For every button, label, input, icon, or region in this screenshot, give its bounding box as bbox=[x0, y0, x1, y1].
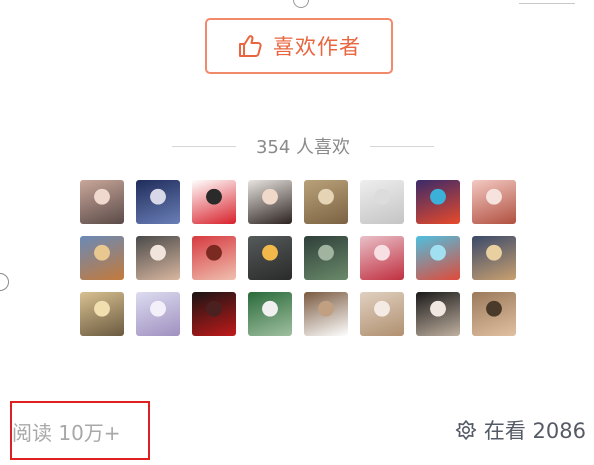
partial-icon-top bbox=[293, 0, 309, 8]
like-author-button[interactable]: 喜欢作者 bbox=[205, 18, 393, 74]
partial-divider-top bbox=[519, 3, 575, 4]
liker-avatar-1[interactable] bbox=[80, 180, 124, 224]
liker-avatar-10[interactable] bbox=[136, 236, 180, 280]
liker-avatar-17[interactable] bbox=[80, 292, 124, 336]
article-footer-panel: 喜欢作者 354 人喜欢 阅读 10万+ 在看 2086 bbox=[0, 0, 594, 465]
liker-avatar-9[interactable] bbox=[80, 236, 124, 280]
liker-avatar-7[interactable] bbox=[416, 180, 460, 224]
liker-avatar-4[interactable] bbox=[248, 180, 292, 224]
liker-avatar-16[interactable] bbox=[472, 236, 516, 280]
liker-avatar-12[interactable] bbox=[248, 236, 292, 280]
liker-avatar-13[interactable] bbox=[304, 236, 348, 280]
flower-icon bbox=[455, 419, 477, 441]
partial-icon-left bbox=[0, 273, 9, 291]
liker-avatar-19[interactable] bbox=[192, 292, 236, 336]
likes-count-text[interactable]: 354 人喜欢 bbox=[256, 133, 350, 159]
liker-avatar-23[interactable] bbox=[416, 292, 460, 336]
liker-avatar-14[interactable] bbox=[360, 236, 404, 280]
watching-label: 在看 2086 bbox=[483, 419, 586, 443]
liker-avatar-22[interactable] bbox=[360, 292, 404, 336]
liker-avatar-20[interactable] bbox=[248, 292, 292, 336]
liker-avatar-15[interactable] bbox=[416, 236, 460, 280]
liker-avatar-8[interactable] bbox=[472, 180, 516, 224]
like-author-label: 喜欢作者 bbox=[273, 35, 361, 59]
liker-avatar-11[interactable] bbox=[192, 236, 236, 280]
liker-avatar-2[interactable] bbox=[136, 180, 180, 224]
liker-avatar-grid bbox=[80, 180, 518, 340]
liker-avatar-21[interactable] bbox=[304, 292, 348, 336]
likes-summary: 354 人喜欢 bbox=[172, 132, 434, 160]
watching-button[interactable]: 在看 2086 bbox=[455, 415, 586, 445]
read-count: 阅读 10万+ bbox=[12, 421, 121, 445]
liker-avatar-18[interactable] bbox=[136, 292, 180, 336]
divider-right bbox=[369, 145, 434, 147]
liker-avatar-5[interactable] bbox=[304, 180, 348, 224]
liker-avatar-24[interactable] bbox=[472, 292, 516, 336]
liker-avatar-6[interactable] bbox=[360, 180, 404, 224]
liker-avatar-3[interactable] bbox=[192, 180, 236, 224]
divider-left bbox=[172, 145, 236, 147]
thumbs-up-icon bbox=[237, 33, 263, 59]
